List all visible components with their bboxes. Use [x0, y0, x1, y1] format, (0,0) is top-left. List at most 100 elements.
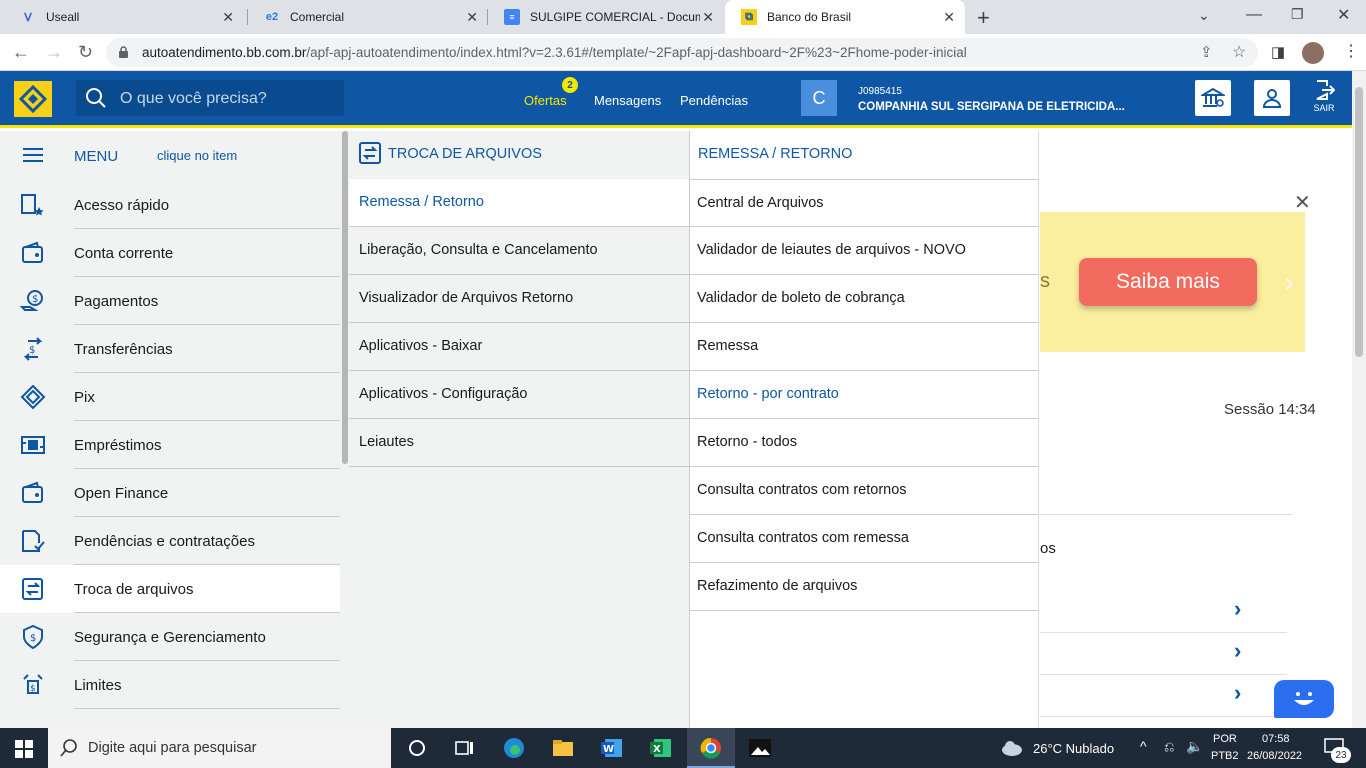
subsubmenu-item-refazimento[interactable]: Refazimento de arquivos [690, 563, 1038, 611]
tab-useall[interactable]: ᐯ Useall ✕ [4, 0, 244, 34]
new-tab-icon[interactable]: + [977, 5, 990, 31]
subsubmenu-item-label: Validador de boleto de cobrança [697, 290, 905, 306]
sidebar-item-label: Limites [74, 677, 122, 694]
sidebar-item-emprestimos[interactable]: Empréstimos [0, 421, 340, 469]
chrome-icon [700, 737, 721, 759]
tab-search-icon[interactable]: ⌄ [1198, 7, 1210, 24]
submenu-item-leiautes[interactable]: Leiautes [349, 419, 689, 467]
edge-icon[interactable] [502, 736, 526, 760]
sidebar-item-troca-de-arquivos[interactable]: Troca de arquivos [0, 565, 340, 613]
useall-icon: ᐯ [24, 11, 32, 24]
close-tab-icon[interactable]: ✕ [702, 9, 714, 26]
subsubmenu-item-label: Central de Arquivos [697, 195, 824, 211]
close-tab-icon[interactable]: ✕ [466, 9, 478, 26]
cortana-icon[interactable] [405, 736, 429, 760]
subsubmenu-item-consulta-remessa[interactable]: Consulta contratos com remessa [690, 515, 1038, 563]
svg-text:W: W [603, 744, 614, 755]
sidebar-item-transferencias[interactable]: $ Transferências [0, 325, 340, 373]
sidebar-item-acesso-rapido[interactable]: Acesso rápido [0, 181, 340, 229]
tab-comercial[interactable]: e2 Comercial ✕ [248, 0, 488, 34]
close-tab-icon[interactable]: ✕ [222, 9, 234, 26]
tab-banco-do-brasil[interactable]: ⧉ Banco do Brasil ✕ [725, 0, 965, 34]
company-name[interactable]: COMPANHIA SUL SERGIPANA DE ELETRICIDA... [858, 101, 1125, 113]
sidebar-item-label: Pix [74, 389, 95, 406]
saiba-mais-button[interactable]: Saiba mais [1079, 258, 1257, 306]
word-icon[interactable]: W [600, 736, 624, 760]
ofertas-link[interactable]: Ofertas [524, 93, 567, 108]
bookmark-star-icon[interactable]: ☆ [1232, 42, 1246, 62]
sidebar-item-open-finance[interactable]: Open Finance [0, 469, 340, 517]
banner-next-icon[interactable]: › [1285, 267, 1294, 298]
sidebar-item-pagamentos[interactable]: $ Pagamentos [0, 277, 340, 325]
chevron-right-icon[interactable]: › [1234, 638, 1241, 664]
excel-icon[interactable]: X [649, 736, 673, 760]
restore-icon[interactable]: ❐ [1291, 6, 1304, 23]
subsubmenu-item-retorno-todos[interactable]: Retorno - todos [690, 419, 1038, 467]
subsubmenu-item-validador-leiautes[interactable]: Validador de leiautes de arquivos - NOVO [690, 227, 1038, 275]
subsubmenu-item-consulta-retornos[interactable]: Consulta contratos com retornos [690, 467, 1038, 515]
bb-logo[interactable] [14, 81, 52, 117]
sidebar-item-seguranca[interactable]: $ Segurança e Gerenciamento [0, 613, 340, 661]
page-scrollbar[interactable] [1352, 71, 1366, 728]
subsubmenu-item-central-de-arquivos[interactable]: Central de Arquivos [690, 179, 1038, 227]
search-placeholder: O que você precisa? [120, 90, 267, 107]
clock-time[interactable]: 07:58 [1262, 733, 1290, 745]
subsubmenu-item-retorno-por-contrato[interactable]: Retorno - por contrato [690, 371, 1038, 419]
submenu-item-aplicativos-baixar[interactable]: Aplicativos - Baixar [349, 323, 689, 371]
chevron-right-icon[interactable]: › [1234, 596, 1241, 622]
url-bar[interactable]: autoatendimento.bb.com.br/apf-apj-autoat… [106, 38, 1258, 67]
side-panel-icon[interactable]: ◨ [1271, 43, 1285, 61]
sidebar-item-conta-corrente[interactable]: Conta corrente [0, 229, 340, 277]
tab-sulgipe-doc[interactable]: ≡ SULGIPE COMERCIAL - Documen ✕ [488, 0, 724, 34]
address-bar-row: ← → ↻ autoatendimento.bb.com.br/apf-apj-… [0, 34, 1366, 71]
sidebar-item-pix[interactable]: Pix [0, 373, 340, 421]
chrome-taskbar-button[interactable] [687, 728, 735, 768]
subsubmenu-item-remessa[interactable]: Remessa [690, 323, 1038, 371]
mensagens-link[interactable]: Mensagens [594, 93, 661, 108]
search-box[interactable]: O que você precisa? [76, 80, 344, 116]
keyboard-layout[interactable]: PTB2 [1211, 750, 1239, 762]
language-code[interactable]: POR [1213, 733, 1237, 745]
task-view-icon[interactable] [453, 736, 477, 760]
profile-button[interactable] [1254, 80, 1290, 116]
submenu-item-visualizador[interactable]: Visualizador de Arquivos Retorno [349, 275, 689, 323]
reload-icon[interactable]: ↻ [78, 42, 93, 63]
account-avatar[interactable]: C [801, 80, 837, 116]
share-icon[interactable]: ⇪ [1200, 43, 1213, 61]
forward-icon[interactable]: → [45, 42, 63, 63]
file-explorer-icon[interactable] [551, 736, 575, 760]
submenu-item-aplicativos-configuracao[interactable]: Aplicativos - Configuração [349, 371, 689, 419]
chat-assistant-button[interactable] [1274, 680, 1334, 718]
close-window-icon[interactable]: ✕ [1337, 5, 1350, 25]
hamburger-icon[interactable] [23, 148, 43, 162]
sidebar-scrollbar[interactable] [342, 131, 348, 464]
sidebar-item-pendencias[interactable]: Pendências e contratações [0, 517, 340, 565]
submenu-item-remessa-retorno[interactable]: Remessa / Retorno [349, 179, 689, 227]
submenu-title: TROCA DE ARQUIVOS [388, 146, 542, 162]
minimize-icon[interactable]: — [1246, 6, 1262, 24]
page-scrollbar-thumb[interactable] [1355, 87, 1363, 357]
svg-text:$: $ [32, 294, 38, 305]
chevron-up-icon[interactable]: ^ [1140, 738, 1147, 754]
bank-button[interactable] [1195, 80, 1231, 116]
volume-icon[interactable]: 🔈 [1186, 738, 1203, 755]
submenu-item-label: Aplicativos - Baixar [359, 338, 483, 354]
pendencias-link[interactable]: Pendências [680, 93, 748, 108]
transfer-icon: $ [23, 337, 43, 361]
subsubmenu-item-validador-boleto[interactable]: Validador de boleto de cobrança [690, 275, 1038, 323]
taskbar-search[interactable]: Digite aqui para pesquisar [48, 728, 391, 768]
media-app-icon[interactable] [748, 736, 772, 760]
more-menu-icon[interactable]: ⋮ [1343, 41, 1359, 61]
submenu-item-liberacao[interactable]: Liberação, Consulta e Cancelamento [349, 227, 689, 275]
profile-avatar[interactable] [1302, 42, 1324, 64]
clock-date[interactable]: 26/08/2022 [1247, 750, 1302, 762]
close-tab-icon[interactable]: ✕ [943, 9, 955, 26]
sidebar-item-partial[interactable] [0, 709, 340, 728]
weather-text[interactable]: 26°C Nublado [1033, 741, 1114, 756]
chevron-right-icon[interactable]: › [1234, 680, 1241, 706]
back-icon[interactable]: ← [12, 42, 30, 63]
logout-button[interactable]: SAIR [1304, 79, 1344, 123]
network-icon[interactable]: ⎌ [1164, 739, 1174, 755]
sidebar-item-limites[interactable]: $ Limites [0, 661, 340, 709]
windows-start-icon[interactable] [15, 740, 33, 758]
